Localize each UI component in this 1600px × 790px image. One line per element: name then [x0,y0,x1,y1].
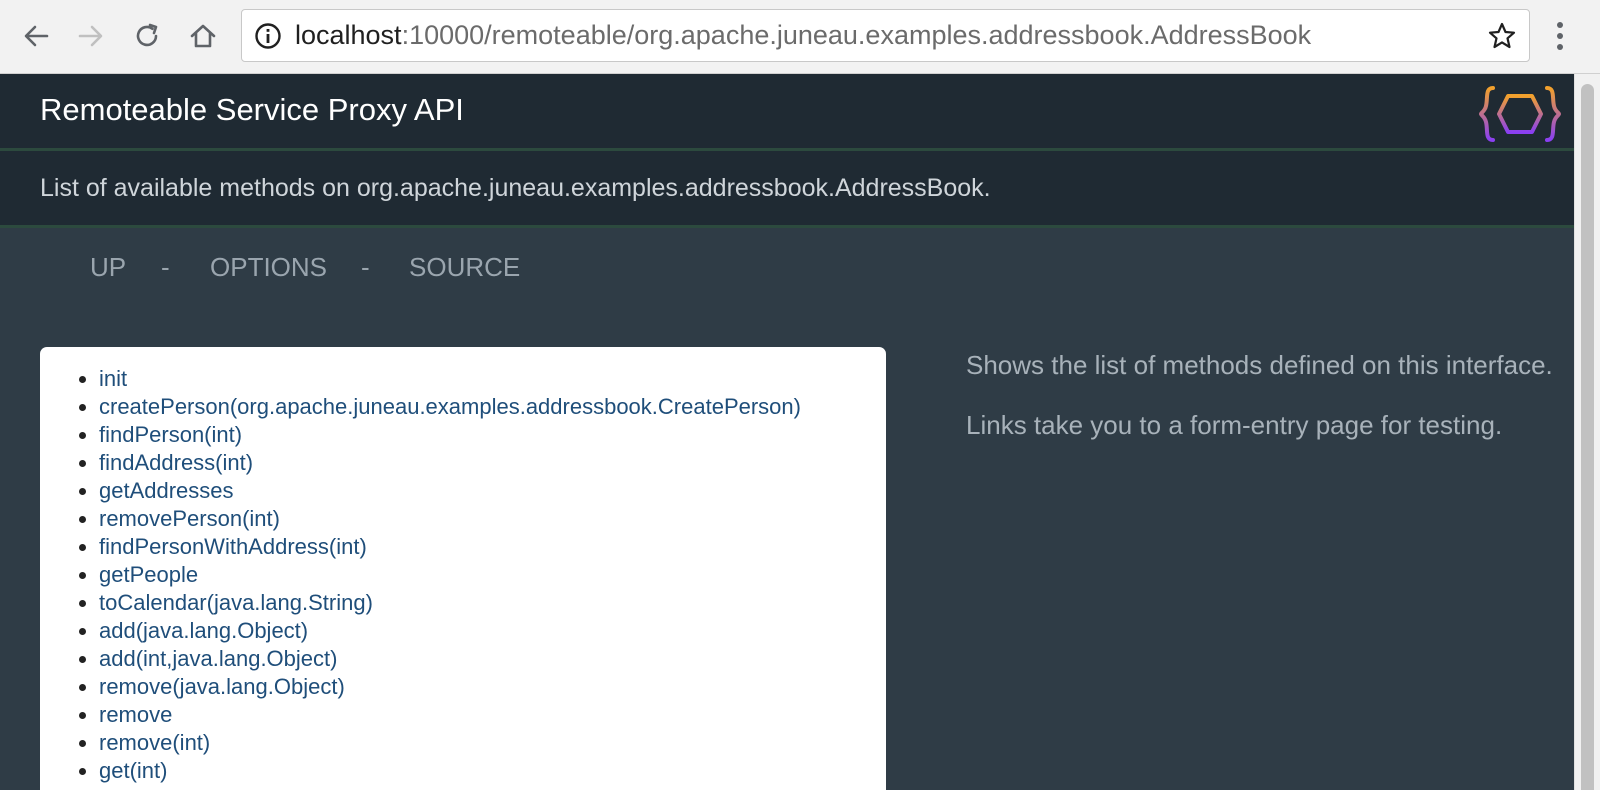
scrollbar-thumb[interactable] [1581,84,1594,790]
nav-separator: - [361,252,370,282]
list-item: remove(int) [99,729,886,757]
address-bar[interactable]: localhost:10000/remoteable/org.apache.ju… [241,9,1530,62]
list-item: getPeople [99,561,886,589]
list-item: findPersonWithAddress(int) [99,533,886,561]
list-item: toCalendar(java.lang.String) [99,589,886,617]
method-link[interactable]: get(int) [99,758,167,783]
method-link[interactable]: add(int,java.lang.Object) [99,646,337,671]
nav-separator: - [161,252,170,282]
method-link[interactable]: findAddress(int) [99,450,253,475]
method-link[interactable]: remove [99,702,172,727]
list-item: remove(java.lang.Object) [99,673,886,701]
method-link[interactable]: remove(int) [99,730,210,755]
list-item: findAddress(int) [99,449,886,477]
reload-button[interactable] [129,18,165,54]
aside-paragraph: Shows the list of methods defined on thi… [966,350,1553,380]
reload-icon [136,23,158,47]
methods-panel: init createPerson(org.apache.juneau.exam… [40,347,886,790]
method-link[interactable]: add(java.lang.Object) [99,618,308,643]
method-link[interactable]: findPersonWithAddress(int) [99,534,367,559]
url-path: :10000/remoteable/org.apache.juneau.exam… [401,20,1312,50]
method-link[interactable]: removePerson(int) [99,506,280,531]
browser-toolbar: localhost:10000/remoteable/org.apache.ju… [0,0,1600,74]
page-description: List of available methods on org.apache.… [40,174,991,202]
home-button[interactable] [185,18,221,54]
list-item: createPerson(org.apache.juneau.examples.… [99,393,886,421]
method-link[interactable]: createPerson(org.apache.juneau.examples.… [99,394,801,419]
page-header: Remoteable Service Proxy API [0,74,1574,151]
back-button[interactable] [18,18,54,54]
info-icon[interactable] [254,22,282,50]
list-item: init [99,365,886,393]
list-item: get(int) [99,757,886,785]
page-content: Remoteable Service Proxy API List of ava… [0,74,1574,790]
url-host: localhost [295,20,402,50]
list-item: add(int,java.lang.Object) [99,645,886,673]
method-link[interactable]: getAddresses [99,478,234,503]
url-text[interactable]: localhost:10000/remoteable/org.apache.ju… [295,10,1311,61]
aside-paragraph: Links take you to a form-entry page for … [966,410,1503,440]
forward-arrow-icon [78,25,103,47]
list-item: findPerson(int) [99,421,886,449]
juneau-logo-icon [1479,86,1561,142]
bookmark-star-icon[interactable] [1487,21,1517,51]
browser-menu-icon[interactable] [1556,20,1564,52]
method-link[interactable]: getPeople [99,562,198,587]
home-icon [190,24,216,48]
method-link[interactable]: init [99,366,127,391]
method-link[interactable]: toCalendar(java.lang.String) [99,590,373,615]
page-title: Remoteable Service Proxy API [40,92,464,127]
nav-link-up[interactable]: UP [90,252,126,283]
nav-link-source[interactable]: SOURCE [409,252,520,283]
list-item: remove [99,701,886,729]
method-link[interactable]: findPerson(int) [99,422,242,447]
aside-description: Shows the list of methods defined on thi… [966,348,1556,468]
list-item: add(java.lang.Object) [99,617,886,645]
methods-list: init createPerson(org.apache.juneau.exam… [40,347,886,785]
forward-button[interactable] [73,18,109,54]
list-item: removePerson(int) [99,505,886,533]
list-item: getAddresses [99,477,886,505]
page-subheader: List of available methods on org.apache.… [0,151,1574,228]
nav-link-options[interactable]: OPTIONS [210,252,327,283]
method-link[interactable]: remove(java.lang.Object) [99,674,345,699]
back-arrow-icon [24,25,49,47]
page-scrollbar[interactable] [1574,74,1600,790]
